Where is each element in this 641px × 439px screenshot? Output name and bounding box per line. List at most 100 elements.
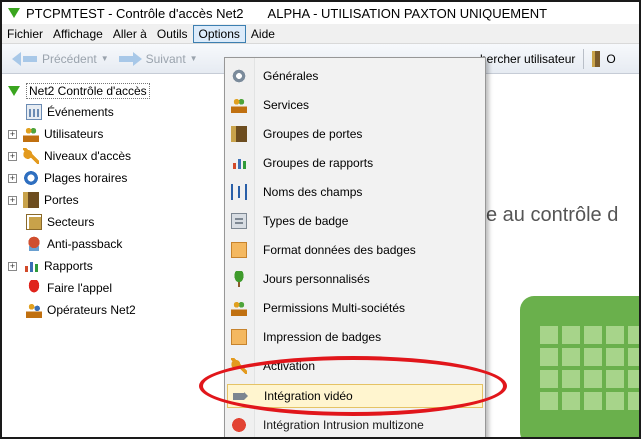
- operators-icon: [26, 302, 42, 318]
- calendar-icon: [26, 104, 42, 120]
- tree-item-utilisateurs[interactable]: + Utilisateurs: [8, 123, 103, 145]
- menu-item-label: Types de badge: [263, 214, 349, 228]
- forward-button[interactable]: Suivant ▼: [118, 51, 198, 66]
- door-icon: [23, 192, 39, 208]
- users-icon: [23, 126, 39, 142]
- menu-item-label: Permissions Multi-sociétés: [263, 301, 406, 315]
- menu-item-format-badges[interactable]: Format données des badges: [227, 238, 483, 262]
- tree-item-label: Secteurs: [47, 215, 95, 229]
- tree-item-label: Anti-passback: [47, 237, 123, 251]
- menu-item-label: Groupes de rapports: [263, 156, 374, 170]
- intrusion-alarm-icon: [231, 417, 247, 433]
- tree-item-operateurs[interactable]: Opérateurs Net2: [26, 299, 136, 321]
- tree-item-label: Plages horaires: [44, 171, 128, 185]
- expand-icon[interactable]: +: [8, 195, 17, 205]
- chevron-down-icon: ▼: [100, 54, 109, 63]
- forward-arrow-tail-icon: [118, 55, 133, 62]
- menu-fichier[interactable]: Fichier: [2, 25, 48, 43]
- title-bar: PTCPMTEST - Contrôle d'accès Net2 ALPHA …: [2, 2, 639, 24]
- roll-call-icon: [26, 280, 42, 296]
- menu-item-label: Format données des badges: [263, 243, 416, 257]
- report-group-icon: [231, 155, 247, 171]
- door-group-icon: [231, 126, 247, 142]
- tree-root-label: Net2 Contrôle d'accès: [26, 83, 150, 99]
- menu-item-generales[interactable]: Générales: [227, 64, 483, 88]
- menu-options[interactable]: Options: [192, 24, 246, 43]
- menu-item-label: Intégration Intrusion multizone: [263, 418, 424, 432]
- multi-company-icon: [231, 300, 247, 316]
- chevron-down-icon: ▼: [189, 54, 198, 63]
- calendar-illustration-icon: [520, 296, 639, 437]
- menu-item-services[interactable]: Services: [227, 93, 483, 117]
- expand-icon[interactable]: +: [8, 151, 17, 161]
- tree-item-evenements[interactable]: Événements: [26, 101, 114, 123]
- toolbar-separator: [583, 49, 585, 69]
- menu-aide[interactable]: Aide: [246, 25, 280, 43]
- sector-icon: [26, 214, 42, 230]
- expand-icon[interactable]: +: [8, 261, 17, 271]
- app-window: PTCPMTEST - Contrôle d'accès Net2 ALPHA …: [0, 0, 641, 439]
- menu-item-label: Groupes de portes: [263, 127, 363, 141]
- forward-button-label: Suivant: [145, 51, 186, 66]
- tree-root[interactable]: Net2 Contrôle d'accès: [8, 80, 150, 102]
- back-button[interactable]: Précédent ▼: [12, 51, 109, 66]
- menu-item-groupes-rapports[interactable]: Groupes de rapports: [227, 151, 483, 175]
- door-icon: [592, 51, 601, 67]
- tree-item-plages[interactable]: + Plages horaires: [8, 167, 127, 189]
- back-button-label: Précédent: [42, 51, 97, 66]
- menu-item-label: Noms des champs: [263, 185, 363, 199]
- tree-item-label: Utilisateurs: [44, 127, 104, 141]
- search-user-button[interactable]: hercher utilisateur: [480, 52, 575, 66]
- forward-arrow-icon: [132, 51, 142, 66]
- menu-item-groupes-portes[interactable]: Groupes de portes: [227, 122, 483, 146]
- menu-item-label: Services: [263, 98, 310, 112]
- badge-print-icon: [231, 329, 247, 345]
- text-field-icon: [231, 184, 247, 200]
- report-icon: [23, 258, 39, 274]
- tree-item-appel[interactable]: Faire l'appel: [26, 277, 112, 299]
- tree-item-label: Événements: [47, 105, 114, 119]
- tree-item-label: Niveaux d'accès: [44, 149, 131, 163]
- tree-item-label: Rapports: [44, 259, 93, 273]
- tree-item-rapports[interactable]: + Rapports: [8, 255, 93, 277]
- tree-item-portes[interactable]: + Portes: [8, 189, 79, 211]
- antipassback-icon: [26, 236, 42, 252]
- toolbar-right: hercher utilisateur O: [480, 44, 616, 74]
- tree-item-label: Faire l'appel: [47, 281, 112, 295]
- back-arrow-icon: [12, 51, 21, 66]
- menu-item-impression[interactable]: Impression de badges: [227, 325, 483, 349]
- menu-item-noms-champs[interactable]: Noms des champs: [227, 180, 483, 204]
- window-subtitle: ALPHA - UTILISATION PAXTON UNIQUEMENT: [267, 5, 548, 21]
- net2-logo-icon: [8, 86, 20, 96]
- menu-item-integration-intrusion[interactable]: Intégration Intrusion multizone: [227, 413, 483, 437]
- menu-item-jours-personnalises[interactable]: Jours personnalisés: [227, 267, 483, 291]
- clock-icon: [23, 170, 39, 186]
- menu-item-label: Jours personnalisés: [263, 272, 370, 286]
- badge-icon: [231, 213, 247, 229]
- window-title: PTCPMTEST - Contrôle d'accès Net2: [26, 5, 244, 21]
- menu-item-permissions[interactable]: Permissions Multi-sociétés: [227, 296, 483, 320]
- palm-tree-icon: [231, 271, 247, 287]
- navigation-tree: Net2 Contrôle d'accès Événements + Utili…: [2, 74, 224, 437]
- tree-item-label: Portes: [44, 193, 79, 207]
- menu-affichage[interactable]: Affichage: [48, 25, 108, 43]
- highlight-ellipse: [199, 356, 507, 416]
- gear-icon: [231, 68, 247, 84]
- tree-item-secteurs[interactable]: Secteurs: [26, 211, 94, 233]
- services-icon: [231, 97, 247, 113]
- open-door-button[interactable]: O: [606, 52, 615, 66]
- tree-item-label: Opérateurs Net2: [47, 303, 136, 317]
- expand-icon[interactable]: +: [8, 129, 17, 139]
- back-arrow-tail-icon: [23, 55, 37, 62]
- welcome-text: e au contrôle d: [486, 204, 619, 226]
- tree-item-antipassback[interactable]: Anti-passback: [26, 233, 122, 255]
- menu-aller[interactable]: Aller à: [108, 25, 152, 43]
- tree-item-niveaux[interactable]: + Niveaux d'accès: [8, 145, 131, 167]
- menu-bar: Fichier Affichage Aller à Outils Options…: [2, 24, 639, 44]
- menu-outils[interactable]: Outils: [152, 25, 193, 43]
- key-icon: [23, 148, 39, 164]
- menu-item-label: Impression de badges: [263, 330, 382, 344]
- menu-item-label: Générales: [263, 69, 319, 83]
- menu-item-types-badge[interactable]: Types de badge: [227, 209, 483, 233]
- expand-icon[interactable]: +: [8, 173, 17, 183]
